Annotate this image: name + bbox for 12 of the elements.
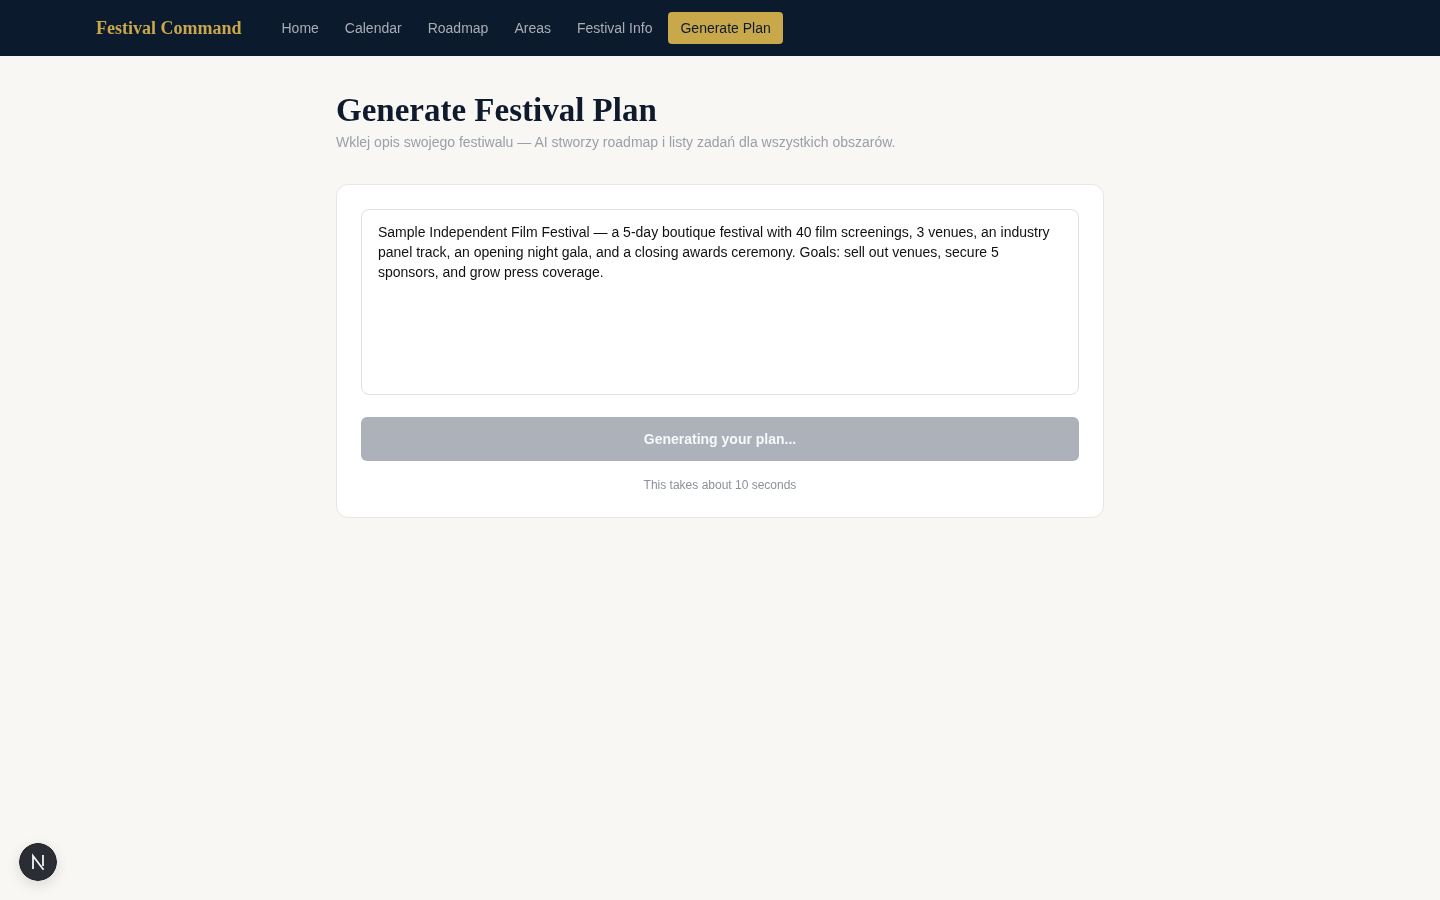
brand-logo-text[interactable]: Festival Command	[96, 17, 242, 39]
nav-link[interactable]: Home	[269, 12, 331, 44]
nav-link[interactable]: Festival Info	[564, 12, 665, 44]
description-field[interactable]: Sample Independent Film Festival — a 5-day boutique festival with 40 film screenings, 3 venues, an industry panel track, an opening night gala, and a closing awards ceremony. Goals: sell out venues, secure 5 sponsors, and grow press coverage.	[361, 209, 1079, 395]
letter-n-logo-icon[interactable]	[19, 843, 57, 881]
duration-note: This takes about 10 seconds	[643, 477, 797, 493]
nav-link[interactable]: Generate Plan	[668, 12, 783, 44]
nav-link[interactable]: Calendar	[332, 12, 414, 44]
nav-link[interactable]: Roadmap	[415, 12, 501, 44]
page-subtitle: Wklej opis swojego festiwalu — AI stworzy roadmap i listy zadań dla wszystkich obszarów.	[336, 133, 897, 152]
page-title: Generate Festival Plan	[336, 91, 658, 130]
nav-link[interactable]: Areas	[502, 12, 563, 44]
